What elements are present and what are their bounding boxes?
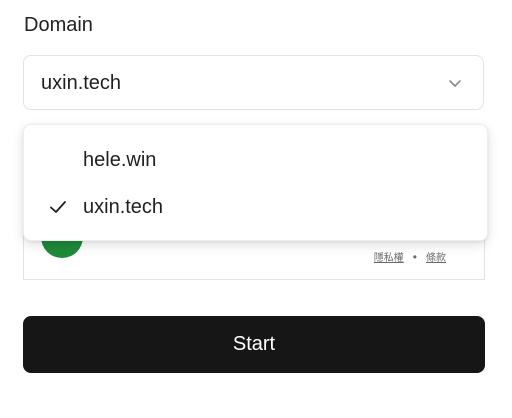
dropdown-option-label: uxin.tech <box>83 196 164 218</box>
domain-select[interactable]: uxin.tech <box>23 55 484 110</box>
domain-label: Domain <box>24 14 93 36</box>
start-button[interactable]: Start <box>23 316 485 373</box>
chevron-down-icon <box>449 80 461 87</box>
domain-select-value: uxin.tech <box>41 72 122 94</box>
terms-link[interactable]: 條款 <box>426 253 446 264</box>
captcha-links: 隱私權 • 條款 <box>373 250 446 264</box>
dropdown-option-label: hele.win <box>83 149 157 171</box>
dropdown-option-uxin-tech[interactable]: uxin.tech <box>24 184 487 228</box>
dropdown-option-hele-win[interactable]: hele.win <box>24 137 487 181</box>
privacy-link[interactable]: 隱私權 <box>374 253 404 264</box>
checkmark-icon <box>50 201 66 213</box>
domain-dropdown-menu: hele.win uxin.tech <box>23 124 488 241</box>
